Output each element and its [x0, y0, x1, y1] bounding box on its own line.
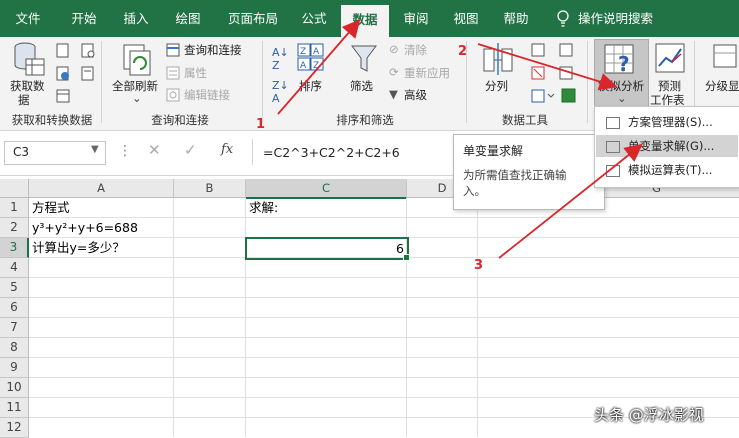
annotation-number-1: 1 [256, 117, 266, 132]
watermark: 头条 @浮冰影视 [594, 406, 704, 424]
arrow-1 [277, 19, 361, 115]
arrow-3 [498, 143, 643, 259]
annotation-number-2: 2 [458, 44, 468, 59]
annotation-number-3: 3 [474, 258, 484, 273]
arrow-2 [477, 43, 618, 91]
annotation-arrows [277, 19, 643, 259]
